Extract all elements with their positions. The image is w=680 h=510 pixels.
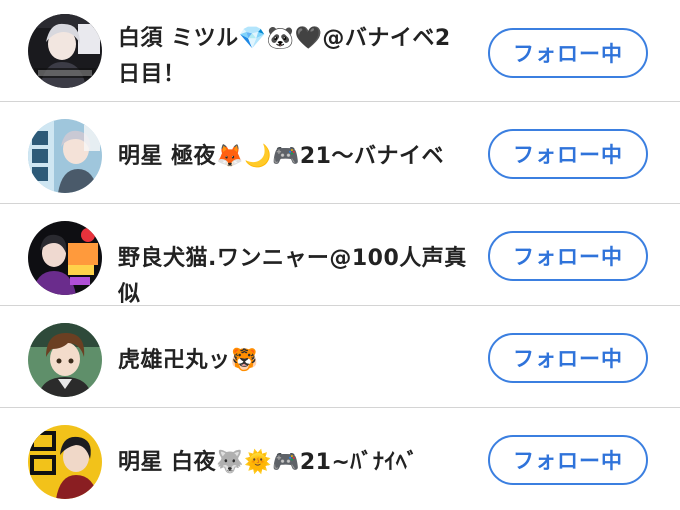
following-button[interactable]: フォロー中 [488, 333, 648, 383]
following-button[interactable]: フォロー中 [488, 231, 648, 281]
user-name[interactable]: 虎雄卍丸ッ🐯 [118, 343, 473, 379]
avatar-dark-colorful-icon [28, 221, 102, 295]
user-name[interactable]: 明星 極夜🦊🌙🎮21～バナイベ [118, 139, 473, 175]
list-item[interactable]: 明星 極夜🦊🌙🎮21～バナイベ フォロー中 [0, 102, 680, 204]
list-item[interactable]: 白須 ミツル💎🐼🖤@バナイベ2日目！ フォロー中 [0, 0, 680, 102]
following-button[interactable]: フォロー中 [488, 28, 648, 78]
avatar-zatsudan-yellow-icon [28, 425, 102, 499]
avatar[interactable] [28, 221, 102, 295]
user-name[interactable]: 白須 ミツル💎🐼🖤@バナイベ2日目！ [118, 21, 473, 93]
following-list: 白須 ミツル💎🐼🖤@バナイベ2日目！ フォロー中 明星 極夜🦊🌙🎮21～バナイベ… [0, 0, 680, 510]
avatar-silver-hair-icon [28, 14, 102, 88]
avatar[interactable] [28, 323, 102, 397]
list-item[interactable]: 明星 白夜🐺🌞🎮21~ﾊﾞﾅｲﾍﾞ フォロー中 [0, 408, 680, 510]
list-item[interactable]: 虎雄卍丸ッ🐯 フォロー中 [0, 306, 680, 408]
avatar-zatsudan-icon [28, 119, 102, 193]
following-button[interactable]: フォロー中 [488, 435, 648, 485]
avatar[interactable] [28, 119, 102, 193]
avatar-brown-hair-icon [28, 323, 102, 397]
user-name[interactable]: 野良犬猫.ワンニャー@100人声真似 [118, 241, 473, 313]
user-name[interactable]: 明星 白夜🐺🌞🎮21~ﾊﾞﾅｲﾍﾞ [118, 445, 473, 481]
list-item[interactable]: 野良犬猫.ワンニャー@100人声真似 フォロー中 [0, 204, 680, 307]
avatar[interactable] [28, 14, 102, 88]
avatar[interactable] [28, 425, 102, 499]
following-button[interactable]: フォロー中 [488, 129, 648, 179]
